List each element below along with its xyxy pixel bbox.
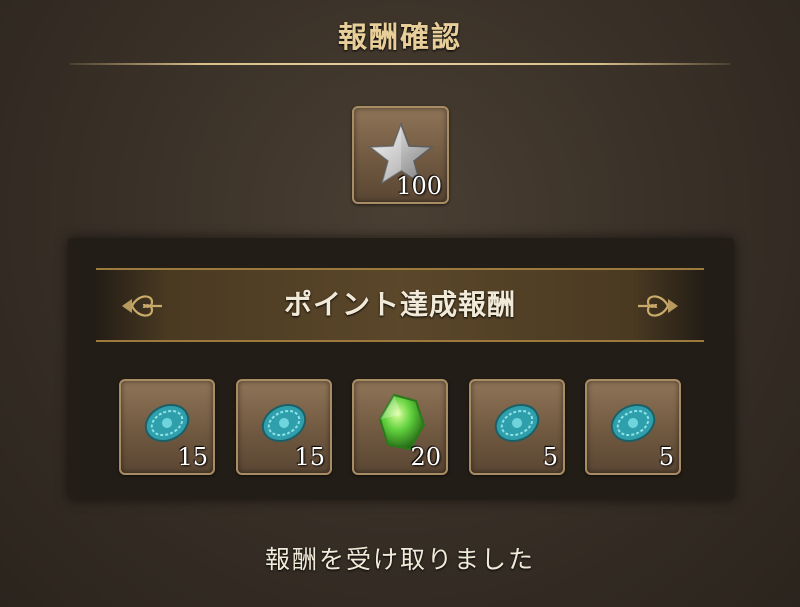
reward-slot-3[interactable]: 20	[352, 379, 448, 475]
teal-crest-icon	[610, 404, 656, 442]
received-message: 報酬を受け取りました	[264, 545, 535, 574]
dialog-title: 報酬確認	[337, 20, 462, 54]
reward-quantity: 15	[294, 443, 325, 471]
top-reward-quantity: 100	[396, 172, 442, 200]
reward-quantity: 5	[542, 443, 558, 471]
banner-title: ポイント達成報酬	[283, 288, 516, 321]
points-reward-banner: ポイント達成報酬	[96, 268, 704, 342]
teal-crest-icon	[494, 404, 540, 442]
ornament-right-icon	[638, 295, 678, 317]
reward-slot-1[interactable]: 15	[119, 379, 215, 475]
reward-slot-5[interactable]: 5	[585, 379, 681, 475]
top-reward-slot[interactable]: 100	[352, 106, 449, 204]
title-divider	[70, 63, 730, 65]
reward-quantity: 20	[410, 443, 441, 471]
reward-quantity: 5	[658, 443, 674, 471]
reward-slot-2[interactable]: 15	[236, 379, 332, 475]
reward-quantity: 15	[177, 443, 208, 471]
reward-slot-4[interactable]: 5	[469, 379, 565, 475]
